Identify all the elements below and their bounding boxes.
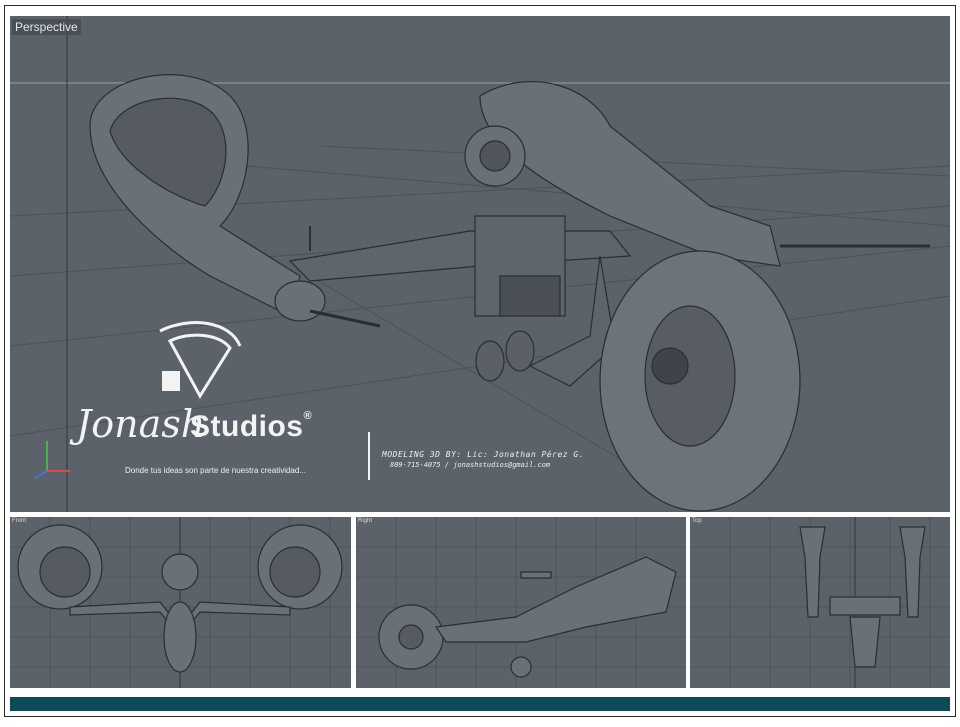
viewport-label-right: Right <box>358 518 373 524</box>
left-turbine-model <box>89 74 381 328</box>
front-wheel-model <box>599 250 801 512</box>
top-viewport[interactable]: Top <box>690 517 950 688</box>
axis-gizmo <box>34 441 70 479</box>
logo-mark-icon <box>159 321 242 399</box>
front-viewport[interactable]: Front <box>10 517 351 688</box>
top-scene <box>690 517 950 688</box>
logo-divider <box>368 432 370 480</box>
contact-info: 809-715-4075 / jonashstudios@gmail.com <box>390 461 551 469</box>
logo-script: Jonash <box>76 402 206 446</box>
viewport-label-front: Front <box>12 518 27 524</box>
viewport-label-top: Top <box>692 518 702 524</box>
logo-word: Studios® <box>190 410 312 444</box>
rear-wheels-model <box>475 330 535 382</box>
right-scene <box>356 517 686 688</box>
right-viewport[interactable]: Right <box>356 517 686 688</box>
bike-body-model <box>288 215 632 387</box>
registered-mark: ® <box>303 410 313 422</box>
viewport-label-perspective: Perspective <box>12 19 81 35</box>
modeling-credit: MODELING 3D BY: Lic: Jonathan Pérez G. <box>382 450 585 459</box>
logo-word-text: Studios <box>190 410 304 443</box>
front-scene <box>10 517 351 688</box>
logo-tagline: Donde tus ideas son parte de nuestra cre… <box>125 466 306 475</box>
bottom-bar <box>10 697 950 711</box>
